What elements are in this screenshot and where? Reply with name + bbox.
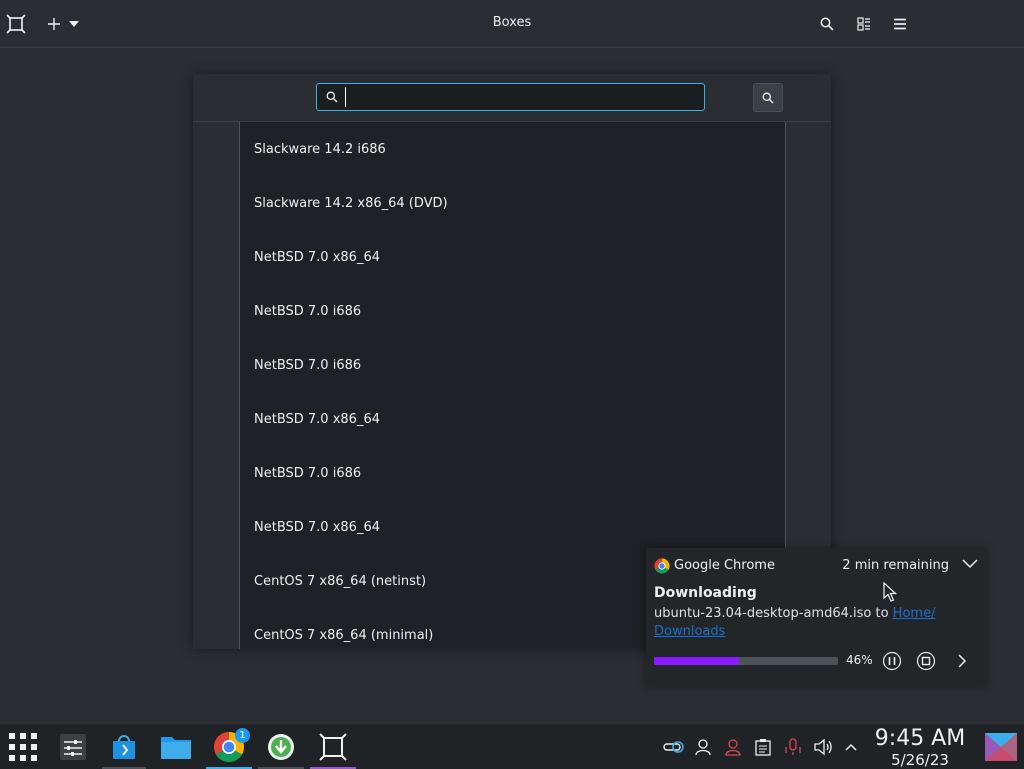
download-progress-bar [654,657,838,665]
progress-percent: 46% [846,653,873,667]
downloader-icon[interactable] [258,724,304,769]
search-button-icon [762,92,774,103]
list-item[interactable]: CentOS 7 x86_64 (minimal) [254,628,433,648]
list-item[interactable]: Slackware 14.2 x86_64 (DVD) [254,196,448,216]
microphone-muted-icon[interactable] [782,724,804,769]
list-item[interactable]: NetBSD 7.0 x86_64 [254,250,380,270]
download-filename: ubuntu-23.04-desktop-amd64.iso to [654,606,893,621]
chevron-right-icon[interactable] [952,651,972,671]
search-input[interactable] [345,87,696,107]
search-field-icon [326,91,338,103]
user-accounts-icon[interactable] [722,724,744,769]
list-item[interactable]: NetBSD 7.0 x86_64 [254,412,380,432]
list-item[interactable]: Slackware 14.2 i686 [254,142,386,162]
clock-time: 9:45 AM [874,726,966,751]
dialog-header [193,74,831,122]
mixer-icon[interactable] [52,724,94,769]
volume-icon[interactable] [812,724,834,769]
file-manager-icon[interactable] [154,724,198,769]
download-notification: Google Chrome 2 min remaining Downloadin… [646,548,986,686]
discover-store-icon[interactable] [102,724,146,769]
chrome-notification-badge: 1 [235,728,250,743]
time-remaining: 2 min remaining [842,558,949,573]
stop-icon[interactable] [916,651,936,671]
list-item[interactable]: NetBSD 7.0 x86_64 [254,520,380,540]
list-item[interactable]: NetBSD 7.0 i686 [254,304,361,324]
search-field[interactable] [316,83,705,111]
mouse-cursor-icon [883,582,897,602]
pause-icon[interactable] [882,651,902,671]
list-item[interactable]: NetBSD 7.0 i686 [254,358,361,378]
network-icon[interactable] [660,724,686,769]
show-desktop-icon[interactable] [982,724,1020,769]
progress-fill [654,657,739,665]
collapse-chevron-icon[interactable] [962,559,978,569]
chrome-icon [654,558,670,574]
app-launcher-icon[interactable] [4,724,42,769]
view-toggle-icon[interactable] [854,10,874,38]
clipboard-icon[interactable] [752,724,774,769]
header-bar: Boxes [0,0,1024,48]
list-item[interactable]: CentOS 7 x86_64 (netinst) [254,574,426,594]
taskbar: 1 9:45 AM 5/26/23 [0,723,1024,769]
boxes-icon[interactable] [310,724,356,769]
search-button[interactable] [753,83,783,112]
notification-heading: Downloading [654,585,757,601]
search-icon[interactable] [817,10,837,38]
notification-app-name: Google Chrome [674,558,775,573]
clock[interactable]: 9:45 AM 5/26/23 [874,726,966,769]
user-icon[interactable] [692,724,714,769]
chrome-icon[interactable]: 1 [206,724,252,769]
download-description: ubuntu-23.04-desktop-amd64.iso to Home/ … [654,605,954,641]
tray-expand-icon[interactable] [842,724,860,769]
menu-icon[interactable] [890,10,910,38]
clock-date: 5/26/23 [891,751,949,769]
list-item[interactable]: NetBSD 7.0 i686 [254,466,361,486]
